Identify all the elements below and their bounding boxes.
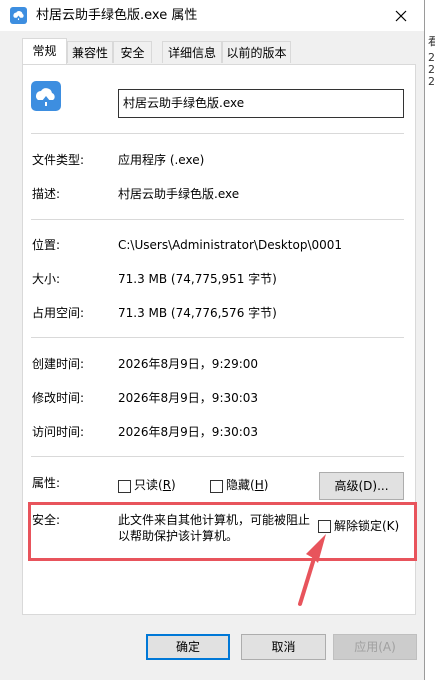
- separator: [31, 219, 404, 220]
- ok-button[interactable]: 确定: [146, 634, 230, 660]
- modified-label: 修改时间:: [32, 391, 85, 405]
- file-type-label: 文件类型:: [32, 153, 85, 167]
- size-on-disk-value: 71.3 MB (74,776,576 字节): [118, 306, 277, 320]
- tab-security[interactable]: 安全: [113, 41, 152, 63]
- title-bar[interactable]: 村居云助手绿色版.exe 属性: [0, 0, 424, 31]
- created-label: 创建时间:: [32, 357, 85, 371]
- close-icon: [395, 10, 407, 21]
- size-value: 71.3 MB (74,775,951 字节): [118, 272, 277, 286]
- close-button[interactable]: [378, 0, 424, 31]
- tab-compatibility[interactable]: 兼容性: [67, 41, 113, 63]
- size-on-disk-label: 占用空间:: [32, 306, 85, 320]
- separator: [31, 456, 404, 457]
- accessed-value: 2026年8月9日，9:30:03: [118, 425, 259, 439]
- tab-general[interactable]: 常规: [22, 38, 67, 64]
- attributes-label: 属性:: [32, 476, 61, 490]
- location-value: C:\Users\Administrator\Desktop\0001: [118, 238, 343, 252]
- size-label: 大小:: [32, 272, 61, 286]
- background-window: 看 2 2 2: [425, 0, 435, 680]
- location-label: 位置:: [32, 238, 61, 252]
- background-text: 看: [428, 35, 435, 48]
- cancel-button[interactable]: 取消: [241, 634, 326, 660]
- background-text: 2: [428, 75, 435, 88]
- tab-details[interactable]: 详细信息: [162, 41, 222, 63]
- created-value: 2026年8月9日，9:29:00: [118, 357, 259, 371]
- hidden-label[interactable]: 隐藏(H): [226, 477, 268, 493]
- description-label: 描述:: [32, 187, 61, 201]
- annotation-arrow-icon: [298, 534, 326, 606]
- cloud-house-icon: [31, 81, 61, 111]
- readonly-checkbox[interactable]: [118, 480, 131, 493]
- tab-previous-versions[interactable]: 以前的版本: [222, 41, 291, 63]
- file-name-field[interactable]: 村居云助手绿色版.exe: [118, 89, 404, 118]
- separator: [31, 337, 404, 338]
- accessed-label: 访问时间:: [32, 425, 85, 439]
- cloud-house-icon: [10, 7, 27, 24]
- hidden-checkbox[interactable]: [210, 480, 223, 493]
- advanced-button[interactable]: 高级(D)...: [319, 472, 404, 500]
- separator: [31, 133, 404, 134]
- annotation-highlight-box: [28, 502, 417, 561]
- apply-button[interactable]: 应用(A): [333, 634, 417, 660]
- properties-dialog: 村居云助手绿色版.exe 属性 常规 兼容性 安全 详细信息 以前的版本 村居云…: [0, 0, 425, 680]
- description-value: 村居云助手绿色版.exe: [118, 187, 240, 201]
- readonly-label[interactable]: 只读(R): [134, 477, 176, 493]
- modified-value: 2026年8月9日，9:30:03: [118, 391, 259, 405]
- window-title: 村居云助手绿色版.exe 属性: [36, 8, 198, 23]
- file-type-value: 应用程序 (.exe): [118, 153, 205, 167]
